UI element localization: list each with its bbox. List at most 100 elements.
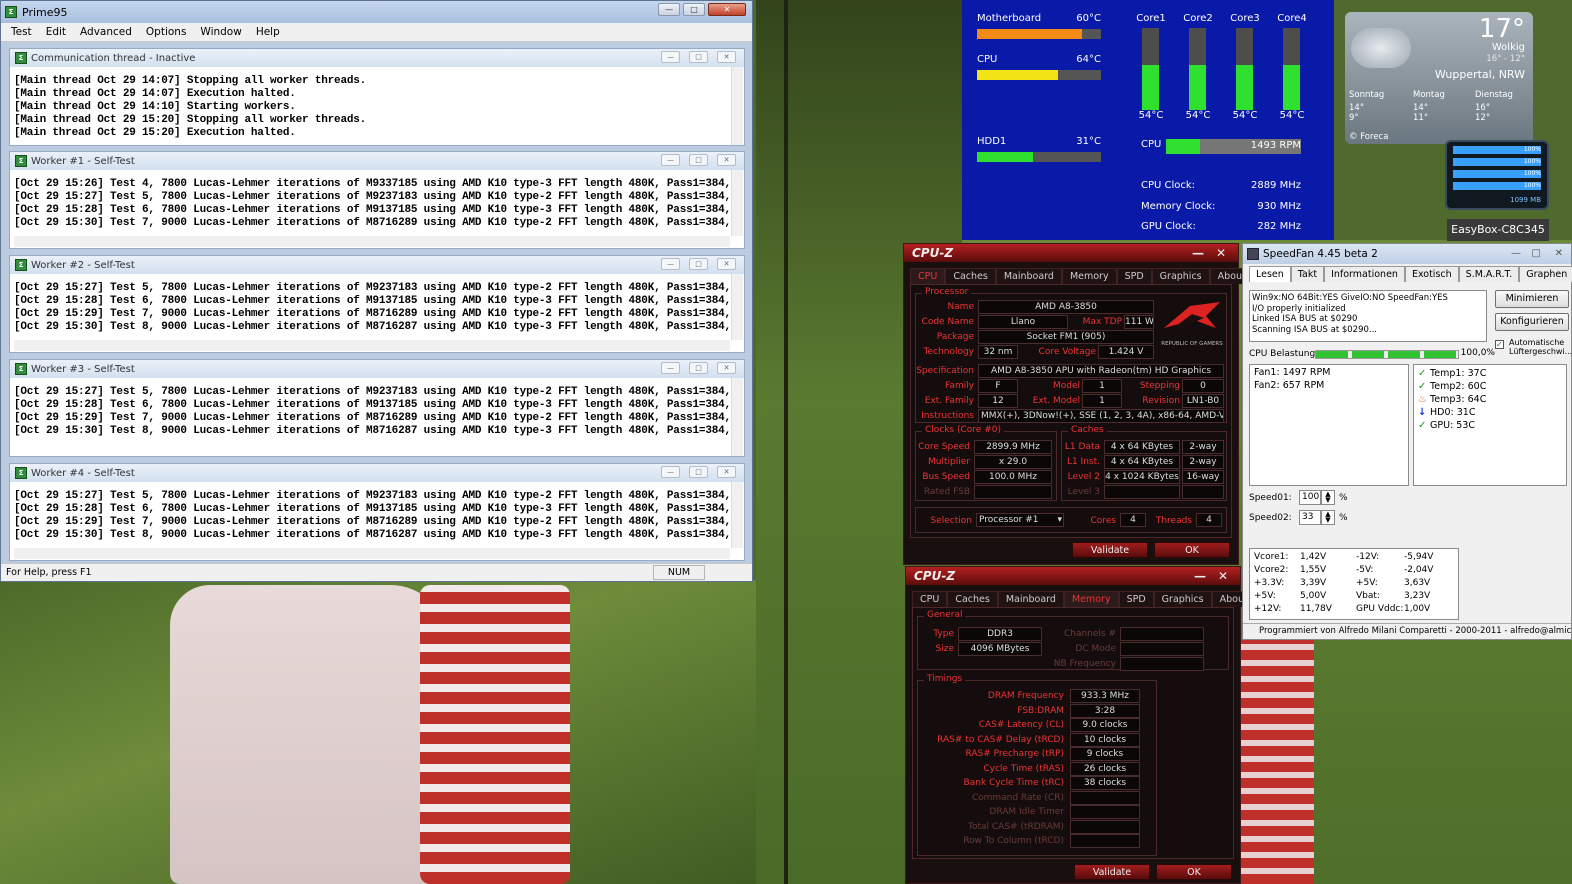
tab-smart[interactable]: S.M.A.R.T. [1458, 266, 1520, 282]
tab-caches[interactable]: Caches [945, 268, 996, 284]
maximize-button[interactable]: □ [683, 3, 705, 16]
menu-advanced[interactable]: Advanced [80, 26, 132, 38]
worker-3-title: Worker #3 - Self-Test [31, 363, 135, 375]
voltage-row: -5V: -2,04V [1356, 564, 1456, 577]
comm-thread-scrollbar[interactable] [731, 67, 743, 145]
worker-2-vscrollbar[interactable] [731, 274, 743, 340]
worker-4-titlebar[interactable]: Σ Worker #4 - Self-Test — □ ✕ [10, 464, 744, 482]
mdi-maximize-button[interactable]: □ [689, 362, 708, 374]
worker-4-window[interactable]: Σ Worker #4 - Self-Test — □ ✕ [Oct 29 15:2… [9, 463, 745, 561]
weather-gadget[interactable]: 17° Wolkig 16° - 12° Wuppertal, NRW Sonn… [1345, 12, 1533, 144]
mdi-maximize-button[interactable]: □ [689, 154, 708, 166]
speed02-input[interactable]: 33 [1299, 510, 1321, 525]
mdi-close-button[interactable]: ✕ [717, 362, 736, 374]
worker-4-hscrollbar[interactable] [14, 548, 730, 559]
maximize-button[interactable]: □ [1532, 244, 1541, 264]
close-button[interactable]: ✕ [1216, 244, 1226, 262]
mdi-maximize-button[interactable]: □ [689, 51, 708, 63]
prime95-window[interactable]: Σ Prime95 — □ ✕ Test Edit Advanced Optio… [0, 0, 753, 582]
worker-2-window[interactable]: Σ Worker #2 - Self-Test — □ ✕ [Oct 29 15:2… [9, 255, 745, 353]
speed01-spinner[interactable]: ▲ ▼ [1321, 490, 1335, 505]
value-core-voltage: 1.424 V [1098, 345, 1154, 359]
minimize-button[interactable]: — [1194, 567, 1206, 585]
tab-memory[interactable]: Memory [1063, 591, 1119, 607]
tab-caches[interactable]: Caches [947, 591, 998, 607]
tab-memory[interactable]: Memory [1061, 268, 1117, 284]
minimize-button[interactable]: — [1511, 244, 1521, 264]
mdi-minimize-button[interactable]: — [661, 362, 680, 374]
tab-informationen[interactable]: Informationen [1324, 266, 1405, 282]
group-label: Clocks (Core #0) [922, 425, 1004, 435]
tab-exotisch[interactable]: Exotisch [1404, 266, 1459, 282]
minimieren-button[interactable]: Minimieren [1495, 290, 1569, 308]
tab-cpu[interactable]: CPU [912, 591, 948, 607]
tab-mainboard[interactable]: Mainboard [995, 268, 1062, 284]
clock-label: Memory Clock: [1141, 200, 1216, 212]
speed02-spinner[interactable]: ▲ ▼ [1321, 510, 1335, 525]
mdi-close-button[interactable]: ✕ [717, 258, 736, 270]
worker-4-vscrollbar[interactable] [731, 482, 743, 548]
minimize-button[interactable]: — [658, 3, 680, 16]
tab-lesen[interactable]: Lesen [1249, 266, 1291, 282]
clock-row: Memory Clock: 930 MHz [1141, 197, 1301, 218]
tab-takt[interactable]: Takt [1290, 266, 1325, 282]
mdi-maximize-button[interactable]: □ [689, 258, 708, 270]
worker-3-titlebar[interactable]: Σ Worker #3 - Self-Test — □ ✕ [10, 360, 744, 378]
konfigurieren-button[interactable]: Konfigurieren [1495, 313, 1569, 331]
tab-mainboard[interactable]: Mainboard [997, 591, 1064, 607]
mdi-minimize-button[interactable]: — [661, 466, 680, 478]
menu-edit[interactable]: Edit [46, 26, 66, 38]
tab-graphics[interactable]: Graphics [1153, 591, 1212, 607]
mdi-maximize-button[interactable]: □ [689, 466, 708, 478]
worker-3-window[interactable]: Σ Worker #3 - Self-Test — □ ✕ [Oct 29 15:2… [9, 359, 745, 457]
cpuz-memory-window[interactable]: CPU-Z — ✕ CPU Caches Mainboard Memory SP… [905, 566, 1256, 884]
close-button[interactable]: ✕ [708, 3, 746, 16]
cpuz-titlebar[interactable]: CPU-Z — ✕ [904, 244, 1238, 262]
close-button[interactable]: ✕ [1555, 244, 1563, 264]
validate-button[interactable]: Validate [1072, 542, 1148, 558]
tab-spd[interactable]: SPD [1116, 268, 1152, 284]
speed01-input[interactable]: 100 [1299, 490, 1321, 505]
tab-graphics[interactable]: Graphics [1151, 268, 1210, 284]
worker-1-window[interactable]: Σ Worker #1 - Self-Test — □ ✕ [Oct 29 15:2… [9, 151, 745, 249]
mdi-minimize-button[interactable]: — [661, 51, 680, 63]
comm-thread-titlebar[interactable]: Σ Communication thread - Inactive — □ ✕ [10, 49, 744, 67]
tab-spd[interactable]: SPD [1118, 591, 1154, 607]
menu-window[interactable]: Window [200, 26, 241, 38]
worker-2-titlebar[interactable]: Σ Worker #2 - Self-Test — □ ✕ [10, 256, 744, 274]
close-button[interactable]: ✕ [1218, 567, 1228, 585]
prime95-titlebar[interactable]: Σ Prime95 — □ ✕ [1, 1, 752, 23]
worker-3-vscrollbar[interactable] [731, 378, 743, 456]
core-label: Core2 [1183, 13, 1213, 24]
tab-graphen[interactable]: Graphen [1519, 266, 1572, 282]
auto-fan-option[interactable]: ✓ Automatische Lüftergeschwi... [1495, 338, 1572, 356]
worker-1-titlebar[interactable]: Σ Worker #1 - Self-Test — □ ✕ [10, 152, 744, 170]
menu-help[interactable]: Help [256, 26, 280, 38]
forecast-low: 12° [1475, 113, 1491, 123]
mdi-close-button[interactable]: ✕ [717, 51, 736, 63]
validate-button[interactable]: Validate [1074, 864, 1150, 880]
tab-cpu[interactable]: CPU [910, 268, 946, 284]
speedfan-window[interactable]: SpeedFan 4.45 beta 2 — □ ✕ Lesen Takt In… [1242, 243, 1572, 640]
worker-2-hscrollbar[interactable] [14, 340, 730, 351]
minimize-button[interactable]: — [1192, 244, 1204, 262]
mdi-close-button[interactable]: ✕ [717, 154, 736, 166]
ok-button[interactable]: OK [1156, 864, 1232, 880]
mdi-minimize-button[interactable]: — [661, 258, 680, 270]
checkbox-checked-icon[interactable]: ✓ [1495, 340, 1504, 349]
worker-1-vscrollbar[interactable] [731, 170, 743, 236]
cpuz-titlebar[interactable]: CPU-Z — ✕ [906, 567, 1240, 585]
processor-select[interactable]: Processor #1 ▾ [976, 513, 1064, 527]
menu-options[interactable]: Options [146, 26, 187, 38]
cpuz-cpu-window[interactable]: CPU-Z — ✕ CPU Caches Mainboard Memory SP… [903, 243, 1254, 565]
label-selection: Selection [930, 516, 972, 526]
ok-button[interactable]: OK [1154, 542, 1230, 558]
mdi-close-button[interactable]: ✕ [717, 466, 736, 478]
menu-test[interactable]: Test [11, 26, 32, 38]
worker-1-hscrollbar[interactable] [14, 236, 730, 247]
comm-thread-window[interactable]: Σ Communication thread - Inactive — □ ✕ [M… [9, 48, 745, 146]
speedfan-titlebar[interactable]: SpeedFan 4.45 beta 2 — □ ✕ [1243, 244, 1571, 264]
log-line: [Oct 29 15:28] Test 6, 7800 Lucas-Lehmer… [14, 295, 730, 307]
mdi-minimize-button[interactable]: — [661, 154, 680, 166]
value-level-3-assoc [1182, 485, 1224, 499]
